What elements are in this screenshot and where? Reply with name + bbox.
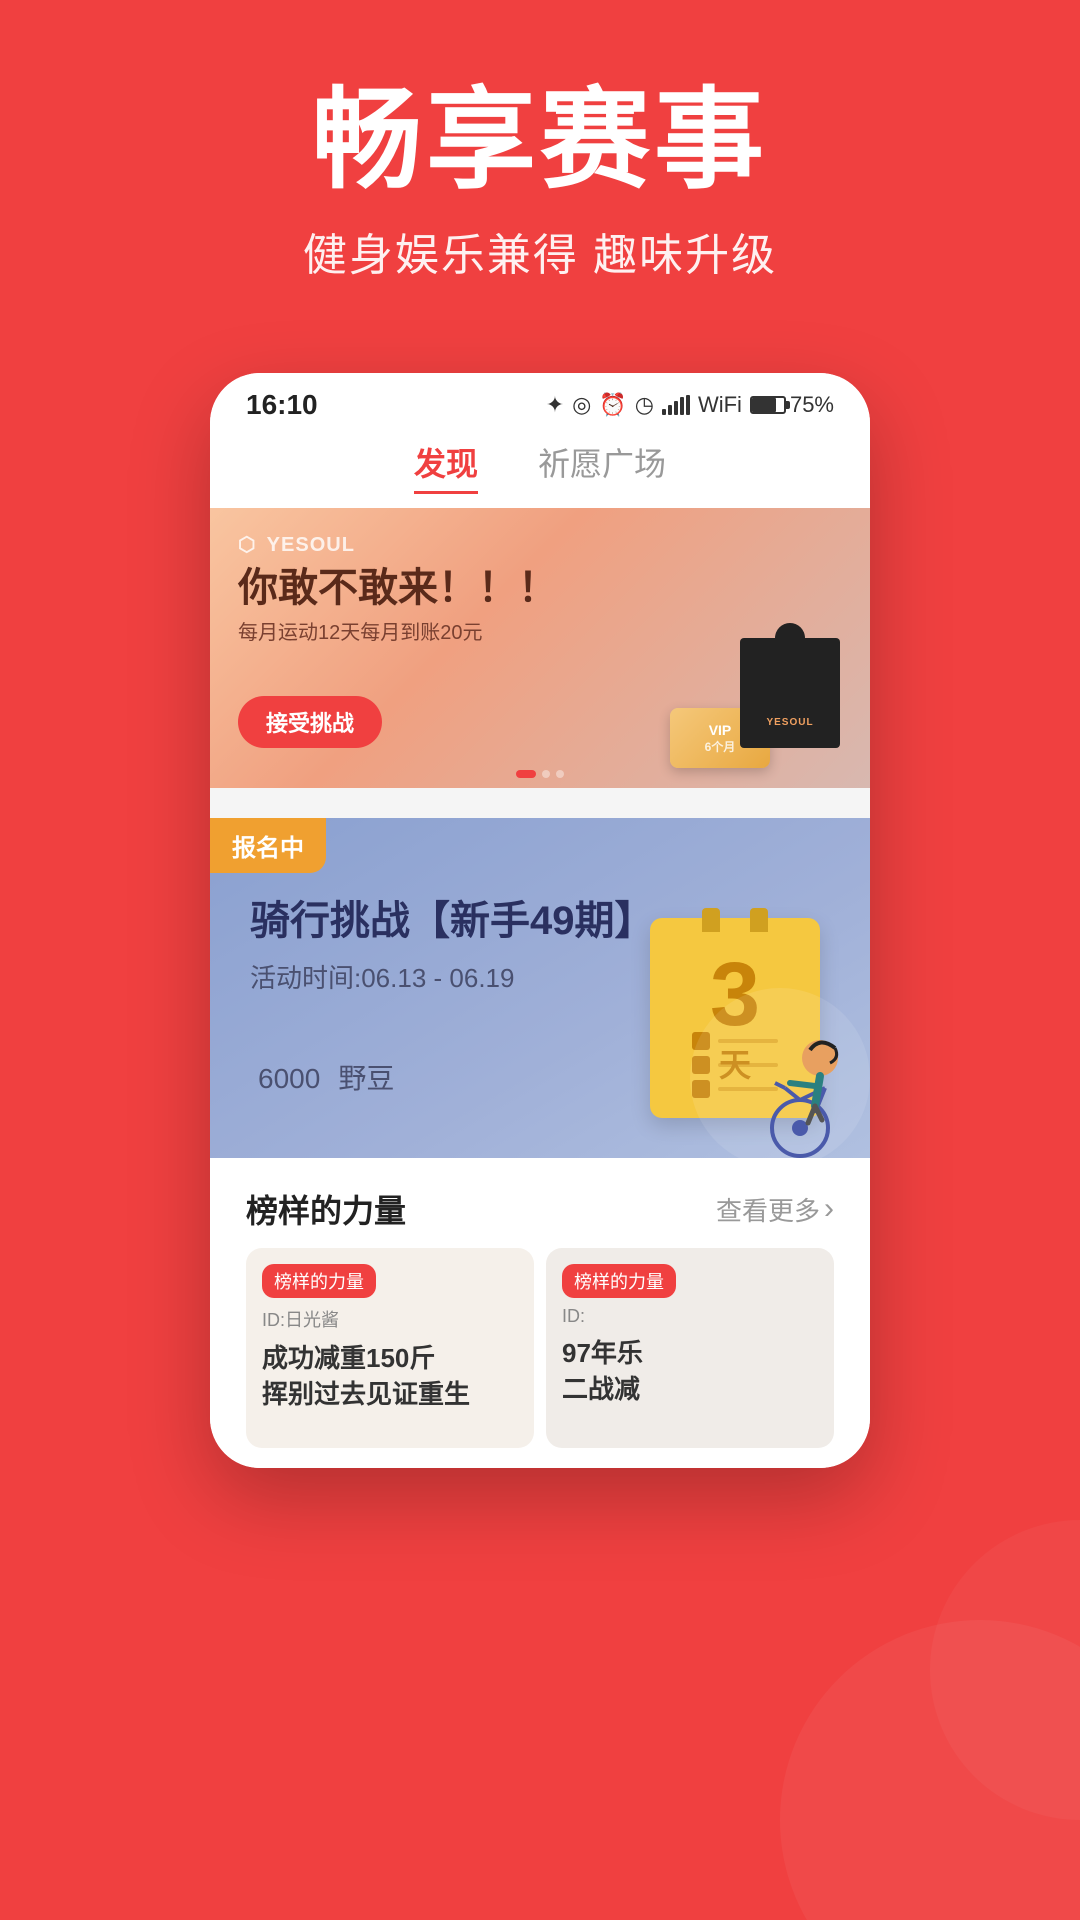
- clip-1: [702, 908, 720, 932]
- section-title: 榜样的力量: [246, 1186, 406, 1232]
- wifi-icon: WiFi: [698, 392, 742, 418]
- tab-bar: 发现 祈愿广场: [210, 429, 870, 508]
- tshirt-shape: YESOUL: [740, 638, 840, 748]
- section-header: 榜样的力量 查看更多: [210, 1158, 870, 1248]
- hero-subtitle: 健身娱乐兼得 趣味升级: [40, 219, 1040, 283]
- dot-1: [516, 770, 536, 778]
- challenge-card[interactable]: 报名中 骑行挑战【新手49期】 活动时间:06.13 - 06.19 6000 …: [210, 818, 870, 1158]
- yesoul-logo-icon: ⬡: [238, 534, 256, 556]
- tab-discover[interactable]: 发现: [414, 439, 478, 494]
- banner-subtitle: 每月运动12天每月到账20元: [238, 616, 483, 645]
- headphone-icon: ◎: [572, 392, 591, 418]
- story-id-2: ID:: [546, 1306, 834, 1327]
- story-badge-2: 榜样的力量: [562, 1264, 676, 1298]
- accept-challenge-button[interactable]: 接受挑战: [238, 696, 382, 748]
- story-id-1: ID:日光酱: [246, 1306, 534, 1332]
- dot-2: [542, 770, 550, 778]
- story-text-2: 97年乐二战减: [546, 1327, 834, 1424]
- status-bar: 16:10 ✦ ◎ ⏰ ◷ WiFi 75%: [210, 373, 870, 429]
- bluetooth-icon: ✦: [546, 392, 564, 418]
- story-badge-1: 榜样的力量: [262, 1264, 376, 1298]
- banner-brand: ⬡ YESOUL: [238, 532, 355, 557]
- hero-title: 畅享赛事: [40, 80, 1040, 201]
- story-card-1[interactable]: 榜样的力量 ID:日光酱 成功减重150斤挥别过去见证重生: [246, 1248, 534, 1448]
- calendar-clips: [702, 908, 768, 932]
- phone-mockup: 16:10 ✦ ◎ ⏰ ◷ WiFi 75%: [0, 373, 1080, 1468]
- clock-icon: ◷: [635, 392, 654, 418]
- banner-dots: [516, 770, 564, 778]
- tab-wishes[interactable]: 祈愿广场: [538, 439, 666, 494]
- banner: ⬡ YESOUL 你敢不敢来！！！ 每月运动12天每月到账20元 接受挑战 VI…: [210, 508, 870, 788]
- tshirt-image: YESOUL: [730, 638, 850, 778]
- rider-illustration: [740, 958, 870, 1158]
- dot-3: [556, 770, 564, 778]
- signup-badge: 报名中: [210, 818, 326, 873]
- banner-title: 你敢不敢来！！！: [238, 564, 558, 612]
- below-phone-area: [0, 1468, 1080, 1668]
- status-icons: ✦ ◎ ⏰ ◷ WiFi 75%: [546, 392, 834, 418]
- phone-frame: 16:10 ✦ ◎ ⏰ ◷ WiFi 75%: [210, 373, 870, 1468]
- clip-2: [750, 908, 768, 932]
- status-time: 16:10: [246, 389, 318, 421]
- story-card-2[interactable]: 榜样的力量 ID: 97年乐二战减: [546, 1248, 834, 1448]
- story-cards-row: 榜样的力量 ID:日光酱 成功减重150斤挥别过去见证重生 榜样的力量 ID: …: [210, 1248, 870, 1448]
- see-more-button[interactable]: 查看更多: [716, 1191, 834, 1228]
- alarm-icon: ⏰: [599, 392, 626, 418]
- bottom-section: 榜样的力量 查看更多 榜样的力量 ID:日光酱 成功减重150斤挥别过去见证重生…: [210, 1158, 870, 1468]
- signal-icon: [662, 395, 690, 415]
- section-gap: [210, 788, 870, 818]
- battery-icon: 75%: [750, 392, 834, 418]
- story-text-1: 成功减重150斤挥别过去见证重生: [246, 1332, 534, 1429]
- vip-label: VIP: [709, 722, 732, 738]
- hero-section: 畅享赛事 健身娱乐兼得 趣味升级: [0, 0, 1080, 343]
